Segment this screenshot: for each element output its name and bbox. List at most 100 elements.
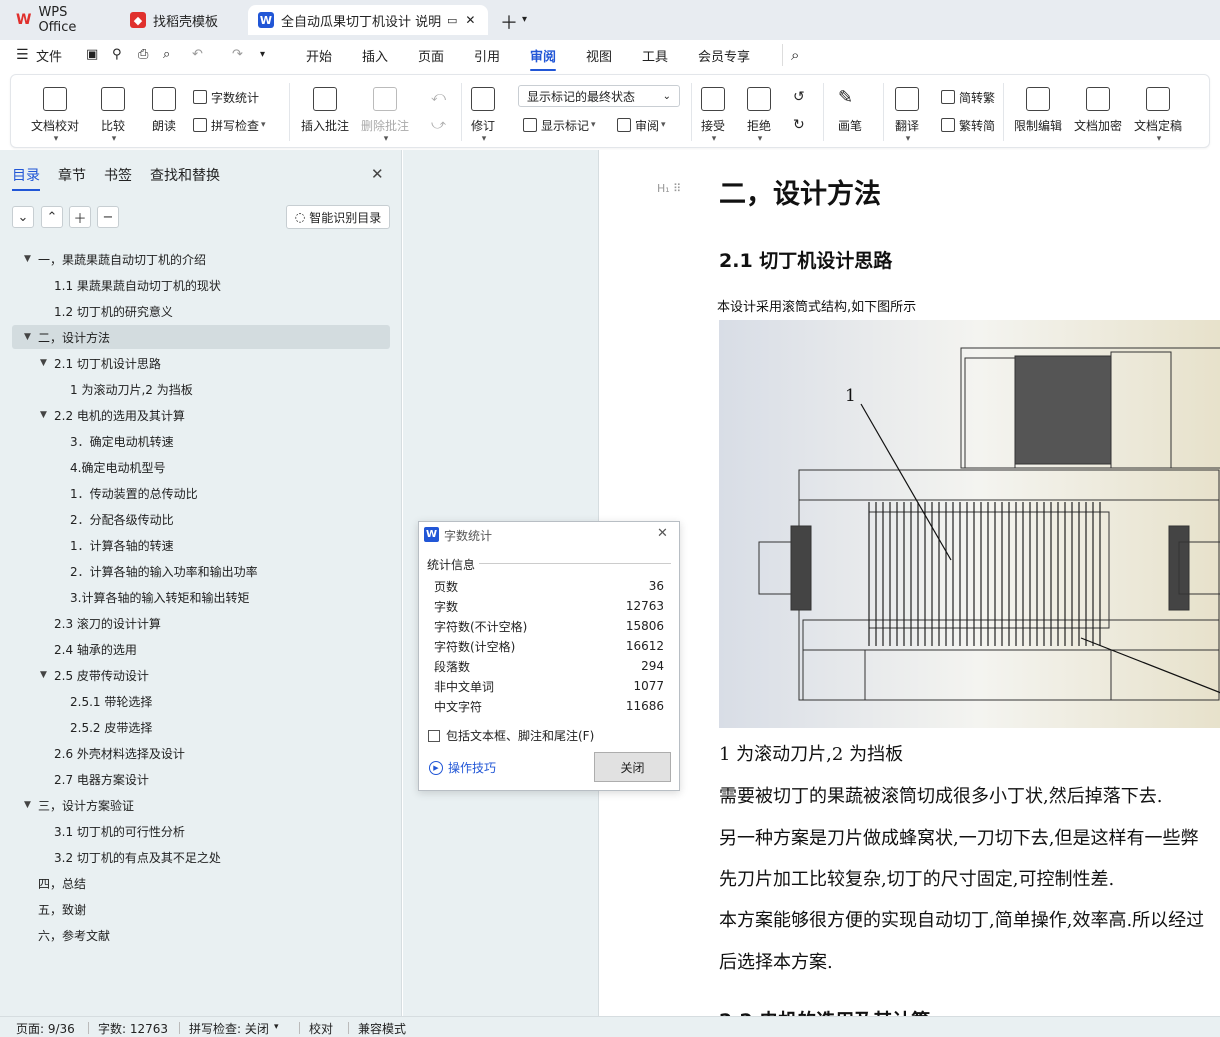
- toc-item[interactable]: ▼ 二，设计方法: [12, 325, 390, 349]
- toc-item[interactable]: ▼ 一，果蔬果蔬自动切丁机的介绍: [12, 247, 390, 271]
- close-icon[interactable]: ✕: [657, 526, 668, 541]
- encrypt-doc-button[interactable]: 文档加密: [1074, 87, 1122, 134]
- menu-vip[interactable]: 会员专享: [698, 46, 750, 65]
- toc-item[interactable]: 2.3 滚刀的设计计算: [12, 611, 390, 635]
- toc-item[interactable]: 2.6 外壳材料选择及设计: [12, 741, 390, 765]
- review-pane-button[interactable]: 审阅: [617, 115, 666, 135]
- share-icon[interactable]: ⚲: [112, 47, 122, 62]
- toc-item[interactable]: 四，总结: [12, 871, 390, 895]
- toc-item[interactable]: ▼ 2.5 皮带传动设计: [12, 663, 390, 687]
- chevron-down-icon[interactable]: ▾: [522, 14, 527, 25]
- toc-item[interactable]: 2.5.2 皮带选择: [12, 715, 390, 739]
- prev-comment-icon[interactable]: ⤺: [431, 89, 446, 105]
- insert-comment-button[interactable]: 插入批注: [301, 87, 349, 134]
- word-count-status[interactable]: 字数: 12763: [87, 1020, 168, 1037]
- remove-level-button[interactable]: −: [97, 206, 119, 228]
- spell-check-button[interactable]: 拼写检查: [193, 115, 266, 135]
- toc-item[interactable]: ▼ 2.1 切丁机设计思路: [12, 351, 390, 375]
- compare-button[interactable]: 比较: [101, 87, 125, 144]
- restrict-edit-button[interactable]: 限制编辑: [1014, 87, 1062, 134]
- tab-document[interactable]: W 全自动瓜果切丁机设计 说明书 ▭ ✕: [248, 5, 488, 35]
- pen-button[interactable]: ✎ 画笔: [838, 87, 862, 134]
- save-icon[interactable]: ▣: [86, 47, 98, 62]
- toc-item[interactable]: ▼ 三，设计方案验证: [12, 793, 390, 817]
- expand-up-button[interactable]: ⌃: [41, 206, 63, 228]
- tab-docer-templates[interactable]: ◆ 找稻壳模板: [120, 5, 244, 35]
- toc-item[interactable]: 2．分配各级传动比: [12, 507, 390, 531]
- toc-item[interactable]: 1.1 果蔬果蔬自动切丁机的现状: [12, 273, 390, 297]
- toc-item[interactable]: 4.确定电动机型号: [12, 455, 390, 479]
- redo-icon[interactable]: ↷: [232, 47, 243, 62]
- toc-item[interactable]: 六，参考文献: [12, 923, 390, 947]
- menu-file[interactable]: 文件: [36, 46, 62, 65]
- chevron-down-icon[interactable]: ▾: [274, 1022, 279, 1032]
- expand-arrow-icon[interactable]: ▼: [40, 670, 47, 680]
- reject-button[interactable]: 拒绝: [747, 87, 771, 144]
- toc-item[interactable]: 2.7 电器方案设计: [12, 767, 390, 791]
- menu-review[interactable]: 审阅: [530, 46, 557, 71]
- next-comment-icon[interactable]: ⤻: [431, 117, 446, 133]
- toc-item[interactable]: 3.计算各轴的输入转矩和输出转矩: [12, 585, 390, 609]
- simp-to-trad-button[interactable]: 简转繁: [941, 87, 995, 107]
- toc-item[interactable]: 1．传动装置的总传动比: [12, 481, 390, 505]
- include-textbox-checkbox[interactable]: 包括文本框、脚注和尾注(F): [428, 727, 594, 744]
- smart-toc-button[interactable]: ◌ 智能识别目录: [286, 205, 390, 229]
- trad-to-simp-button[interactable]: 繁转简: [941, 115, 995, 135]
- next-revision-icon[interactable]: ↻: [793, 117, 805, 133]
- translate-button[interactable]: 翻译: [895, 87, 919, 144]
- new-tab-icon[interactable]: ＋: [500, 9, 518, 35]
- heading-marker-icon[interactable]: H₁ ⠿: [657, 182, 681, 195]
- tab-wps-office[interactable]: W WPS Office: [6, 5, 116, 35]
- tab-bookmarks[interactable]: 书签: [104, 165, 132, 185]
- doc-check-button[interactable]: 文档校对: [31, 87, 79, 144]
- tips-link[interactable]: ▶ 操作技巧: [429, 759, 496, 776]
- menu-page[interactable]: 页面: [418, 46, 444, 65]
- expand-arrow-icon[interactable]: ▼: [24, 254, 31, 264]
- close-icon[interactable]: ✕: [371, 165, 384, 183]
- delete-comment-button[interactable]: 删除批注: [361, 87, 409, 144]
- search-icon[interactable]: ⌕: [791, 46, 799, 64]
- tab-toc[interactable]: 目录: [12, 165, 40, 191]
- menu-insert[interactable]: 插入: [362, 46, 388, 65]
- show-markup-select[interactable]: 显示标记的最终状态 ⌄: [518, 85, 680, 107]
- show-marks-button[interactable]: 显示标记: [523, 115, 596, 135]
- expand-arrow-icon[interactable]: ▼: [40, 410, 47, 420]
- prev-revision-icon[interactable]: ↺: [793, 89, 805, 105]
- menu-view[interactable]: 视图: [586, 46, 612, 65]
- hamburger-icon[interactable]: ☰: [16, 47, 29, 63]
- document-page[interactable]: H₁ ⠿ 二，设计方法 2.1 切丁机设计思路 本设计采用滚筒式结构,如下图所示: [598, 150, 1220, 1016]
- menu-home[interactable]: 开始: [306, 46, 332, 65]
- toc-item[interactable]: 3.2 切丁机的有点及其不足之处: [12, 845, 390, 869]
- toc-item[interactable]: 五，致谢: [12, 897, 390, 921]
- read-aloud-button[interactable]: 朗读: [152, 87, 176, 134]
- expand-arrow-icon[interactable]: ▼: [24, 800, 31, 810]
- spell-check-status[interactable]: 拼写检查: 关闭: [179, 1020, 269, 1037]
- toc-item[interactable]: ▼ 2.2 电机的选用及其计算: [12, 403, 390, 427]
- close-button[interactable]: 关闭: [594, 752, 671, 782]
- collapse-all-button[interactable]: ⌄: [12, 206, 34, 228]
- revise-button[interactable]: 修订: [471, 87, 495, 144]
- toc-item[interactable]: 3．确定电动机转速: [12, 429, 390, 453]
- proofread-status[interactable]: 校对: [298, 1020, 333, 1037]
- chevron-down-icon[interactable]: ▾: [260, 49, 265, 60]
- add-level-button[interactable]: ＋: [69, 206, 91, 228]
- toc-item[interactable]: 2.5.1 带轮选择: [12, 689, 390, 713]
- monitor-icon[interactable]: ▭: [447, 14, 457, 27]
- expand-arrow-icon[interactable]: ▼: [40, 358, 47, 368]
- print-preview-icon[interactable]: ⌕: [163, 47, 170, 62]
- tab-chapters[interactable]: 章节: [58, 165, 86, 185]
- toc-item[interactable]: 2．计算各轴的输入功率和输出功率: [12, 559, 390, 583]
- menu-reference[interactable]: 引用: [474, 46, 500, 65]
- word-count-button[interactable]: 字数统计: [193, 87, 259, 107]
- print-icon[interactable]: ⎙: [138, 47, 148, 62]
- toc-item[interactable]: 3.1 切丁机的可行性分析: [12, 819, 390, 843]
- tab-find-replace[interactable]: 查找和替换: [150, 165, 220, 185]
- toc-item[interactable]: 1.2 切丁机的研究意义: [12, 299, 390, 323]
- accept-button[interactable]: 接受: [701, 87, 725, 144]
- close-icon[interactable]: ✕: [465, 13, 475, 27]
- undo-icon[interactable]: ↶: [192, 47, 203, 62]
- toc-item[interactable]: 1 为滚动刀片,2 为挡板: [12, 377, 390, 401]
- menu-tools[interactable]: 工具: [642, 46, 668, 65]
- toc-item[interactable]: 2.4 轴承的选用: [12, 637, 390, 661]
- page-indicator[interactable]: 页面: 9/36: [16, 1020, 75, 1037]
